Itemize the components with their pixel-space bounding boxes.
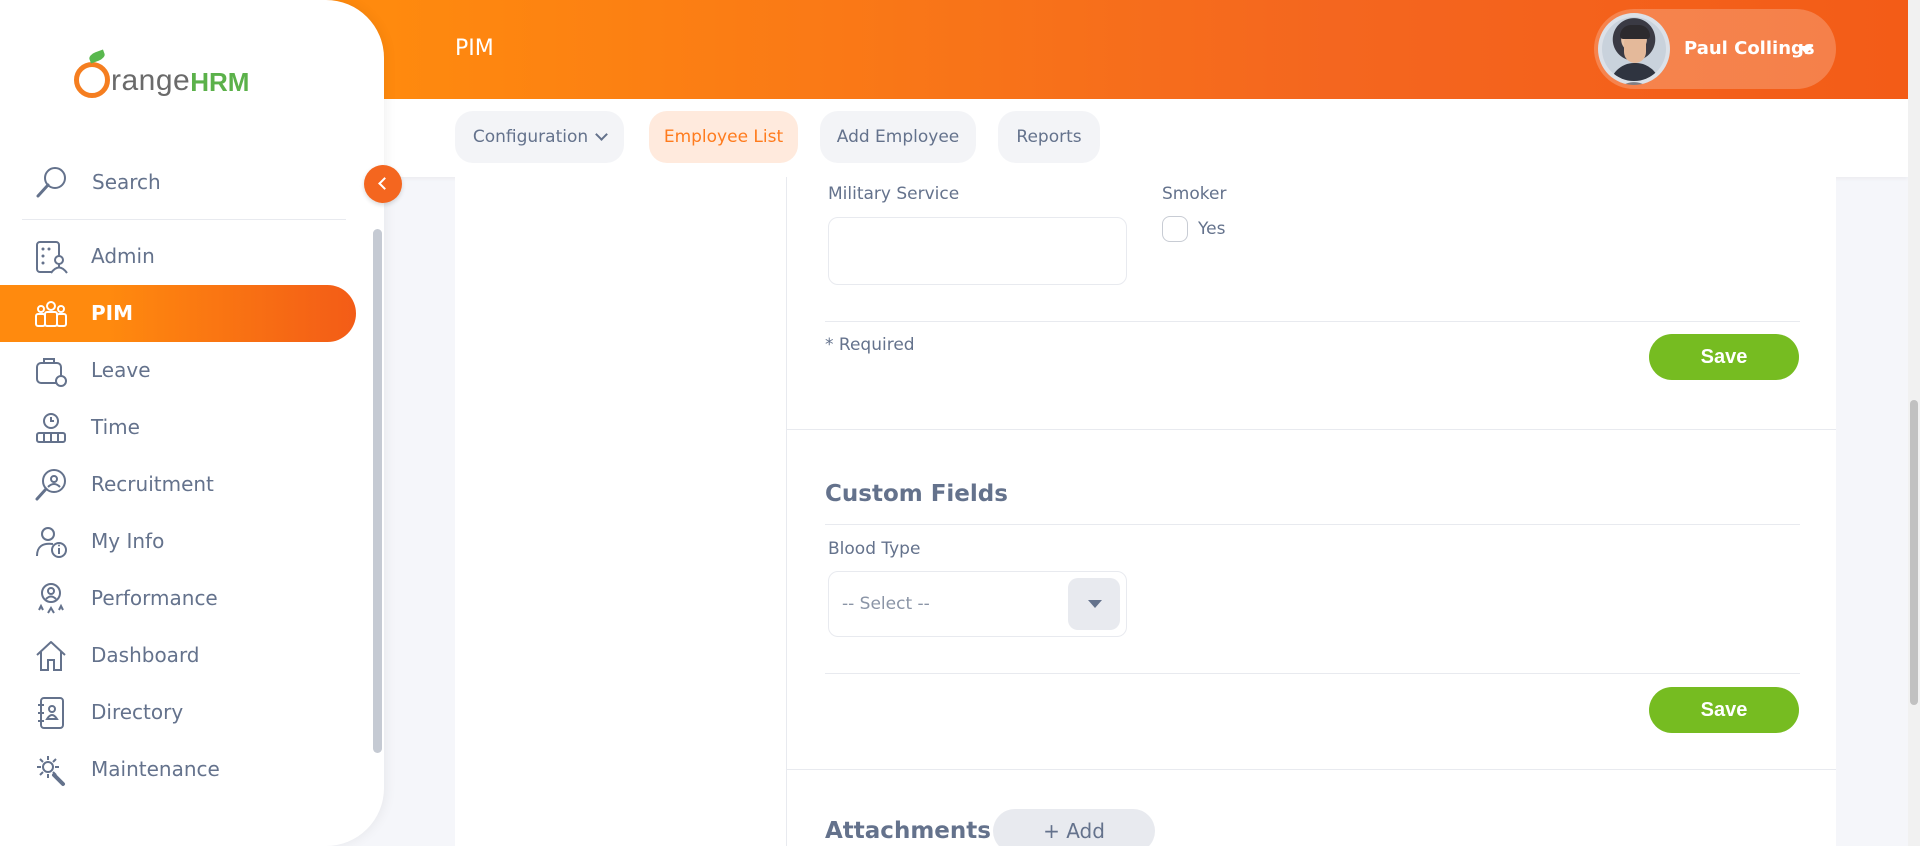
sidebar-collapse-button[interactable] xyxy=(364,165,402,203)
caret-down-icon xyxy=(1088,600,1102,608)
dashboard-icon xyxy=(36,641,66,671)
sidebar-search[interactable]: Search xyxy=(22,150,346,220)
tab-label: Employee List xyxy=(663,127,784,147)
custom-fields-title: Custom Fields xyxy=(825,481,1008,507)
tab-label: Add Employee xyxy=(836,127,960,147)
tab-add-employee[interactable]: Add Employee xyxy=(820,111,976,163)
page-scrollbar[interactable] xyxy=(1908,0,1920,846)
sidebar-item-label: Recruitment xyxy=(91,472,214,496)
sidebar-item-label: My Info xyxy=(91,529,165,553)
blood-type-select[interactable]: -- Select -- xyxy=(828,571,1127,637)
search-icon xyxy=(36,167,66,198)
custom-fields-bottom-divider xyxy=(825,673,1800,674)
sidebar: range HRM Search Admin PIM Leave Time Re… xyxy=(0,0,384,846)
sidebar-item-my-info[interactable]: My Info xyxy=(0,513,356,570)
module-title: PIM xyxy=(455,36,494,61)
directory-icon xyxy=(38,697,64,729)
chevron-left-icon xyxy=(378,177,391,190)
performance-icon xyxy=(38,583,64,614)
pim-icon xyxy=(35,301,67,327)
sidebar-item-label: Performance xyxy=(91,586,218,610)
sidebar-item-performance[interactable]: Performance xyxy=(0,570,356,627)
blood-type-label: Blood Type xyxy=(828,539,921,559)
content-panel: Military Service Smoker Yes * Required S… xyxy=(455,177,1836,846)
military-service-label: Military Service xyxy=(828,184,960,204)
sidebar-item-label: Dashboard xyxy=(91,643,200,667)
profile-side-column xyxy=(455,177,787,846)
required-note: * Required xyxy=(825,335,915,355)
sidebar-item-label: Maintenance xyxy=(91,757,220,781)
sidebar-item-label: Directory xyxy=(91,700,184,724)
sidebar-item-leave[interactable]: Leave xyxy=(0,342,356,399)
recruitment-icon xyxy=(35,469,66,501)
search-label: Search xyxy=(92,170,161,194)
section-divider xyxy=(787,769,1836,770)
sub-navigation: Configuration Employee List Add Employee… xyxy=(384,99,1908,177)
form-divider xyxy=(825,321,1800,322)
maintenance-icon xyxy=(37,756,65,786)
tab-label: Reports xyxy=(1016,127,1082,147)
smoker-yes-label: Yes xyxy=(1198,219,1226,239)
sidebar-item-label: Time xyxy=(91,415,140,439)
attachments-title: Attachments xyxy=(825,818,991,844)
sidebar-item-recruitment[interactable]: Recruitment xyxy=(0,456,356,513)
tab-label: Configuration xyxy=(472,127,589,147)
admin-icon xyxy=(36,241,68,274)
my-info-icon xyxy=(36,527,67,558)
sidebar-scrollbar[interactable] xyxy=(373,229,382,753)
tab-reports[interactable]: Reports xyxy=(998,111,1100,163)
user-dropdown[interactable]: Paul Collings xyxy=(1594,9,1836,89)
military-service-input[interactable] xyxy=(828,217,1127,285)
logo-word: range xyxy=(111,64,191,97)
tab-configuration[interactable]: Configuration xyxy=(455,111,624,163)
sidebar-item-maintenance[interactable]: Maintenance xyxy=(0,741,356,798)
orangehrm-logo: range HRM xyxy=(74,48,249,98)
sidebar-item-admin[interactable]: Admin xyxy=(0,228,356,285)
sidebar-item-time[interactable]: Time xyxy=(0,399,356,456)
leave-icon xyxy=(36,358,67,387)
sidebar-item-label: Admin xyxy=(91,244,155,268)
smoker-checkbox[interactable] xyxy=(1162,216,1188,242)
column-divider xyxy=(786,177,787,846)
select-arrow-button[interactable] xyxy=(1068,578,1120,630)
sidebar-item-label: Leave xyxy=(91,358,151,382)
custom-fields-divider xyxy=(825,524,1800,525)
time-icon xyxy=(36,413,66,443)
custom-fields-save-button[interactable]: Save xyxy=(1649,687,1799,733)
section-divider xyxy=(787,429,1836,430)
sidebar-item-directory[interactable]: Directory xyxy=(0,684,356,741)
sidebar-item-pim[interactable]: PIM xyxy=(0,285,356,342)
page-scrollbar-thumb[interactable] xyxy=(1910,400,1918,705)
avatar xyxy=(1598,13,1670,85)
chevron-down-icon xyxy=(595,128,609,141)
select-placeholder: -- Select -- xyxy=(842,594,930,614)
orange-logo-icon xyxy=(74,62,110,98)
logo-suffix: HRM xyxy=(190,67,250,97)
sidebar-item-label: PIM xyxy=(91,301,134,325)
add-attachment-button[interactable]: + Add xyxy=(993,809,1155,846)
tab-employee-list[interactable]: Employee List xyxy=(649,111,798,163)
smoker-label: Smoker xyxy=(1162,184,1227,204)
user-name: Paul Collings xyxy=(1684,38,1815,59)
sidebar-item-dashboard[interactable]: Dashboard xyxy=(0,627,356,684)
save-button[interactable]: Save xyxy=(1649,334,1799,380)
caret-down-icon xyxy=(1799,46,1813,54)
